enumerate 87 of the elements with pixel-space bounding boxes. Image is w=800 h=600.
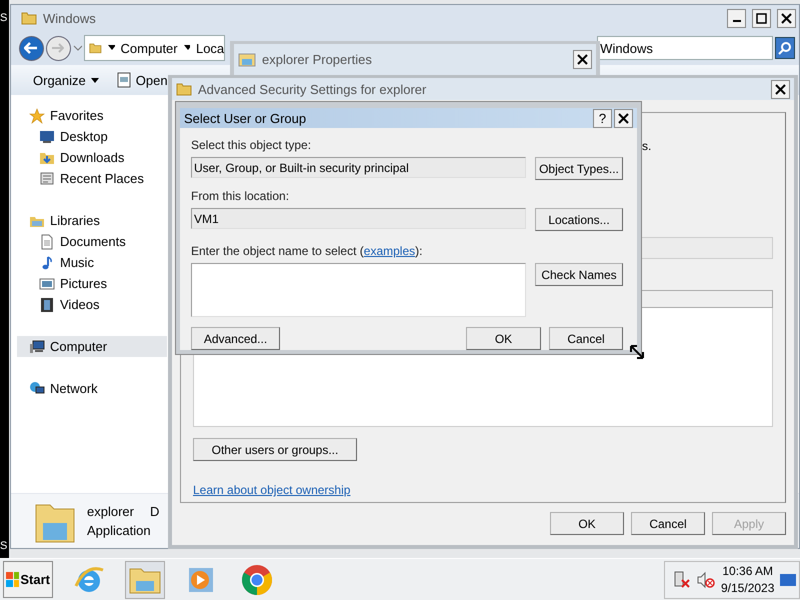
owner-field[interactable] — [640, 237, 773, 259]
close-icon — [577, 54, 588, 65]
sidebar-item[interactable]: Music — [17, 252, 167, 273]
search-icon — [778, 41, 792, 55]
properties-icon — [238, 52, 256, 68]
cancel-button[interactable]: Cancel — [549, 327, 623, 350]
film-icon — [39, 296, 55, 312]
monitor-icon — [39, 128, 55, 144]
network-icon — [29, 380, 45, 396]
caret-icon — [184, 45, 190, 51]
start-button[interactable]: Start — [3, 561, 53, 598]
description-text: s. — [642, 139, 652, 153]
breadcrumb-item[interactable]: Loca — [196, 40, 224, 56]
search-button[interactable] — [775, 37, 795, 59]
star-icon — [29, 108, 45, 124]
pictures-icon — [39, 276, 55, 292]
folder-icon — [176, 81, 192, 97]
file-type: Application — [87, 523, 152, 538]
window-title: Advanced Security Settings for explorer — [198, 82, 428, 96]
chrome-icon — [241, 564, 273, 596]
desktop-icon-label: S — [0, 12, 8, 24]
sidebar-item[interactable]: Favorites — [17, 105, 167, 126]
close-button[interactable] — [614, 108, 633, 128]
sidebar-item[interactable]: Downloads — [17, 147, 167, 168]
minimize-button[interactable] — [727, 8, 746, 28]
field-label: Enter the object name to select (examples): — [191, 244, 424, 259]
address-bar[interactable]: Computer Loca — [84, 35, 226, 61]
locations-button[interactable]: Locations... — [535, 208, 623, 231]
field-label: Select this object type: — [191, 138, 312, 153]
dialog-button[interactable]: OK — [550, 512, 624, 535]
sidebar-item[interactable]: Libraries — [17, 210, 167, 231]
caret-icon — [90, 78, 99, 82]
examples-link[interactable]: examples — [364, 244, 416, 258]
field-label: From this location: — [191, 189, 290, 204]
help-button[interactable]: ? — [593, 108, 612, 128]
dialog-title: Select User or Group — [184, 110, 308, 126]
check-names-button[interactable]: Check Names — [535, 263, 623, 286]
computer-icon — [29, 338, 45, 354]
network-error-icon — [673, 570, 691, 588]
maximize-icon — [756, 12, 767, 24]
toolbar-button[interactable]: Organize — [31, 70, 101, 90]
sidebar-item[interactable]: Network — [17, 378, 167, 399]
dialog-button[interactable]: Cancel — [631, 512, 705, 535]
help-link[interactable]: Learn about object ownership — [193, 483, 350, 497]
object-type-field: User, Group, or Built-in security principal — [191, 157, 526, 178]
clock[interactable]: 10:36 AM 9/15/2023 — [721, 562, 774, 596]
resize-cursor-icon — [630, 345, 644, 359]
close-button[interactable] — [777, 8, 796, 28]
toolbar-button[interactable]: Open — [114, 70, 170, 90]
other-users-button[interactable]: Other users or groups... — [193, 438, 357, 461]
show-desktop-icon — [780, 572, 796, 586]
close-button[interactable] — [771, 80, 790, 98]
recent-places-icon — [39, 170, 55, 186]
advanced-button[interactable]: Advanced... — [191, 327, 280, 350]
close-icon — [618, 112, 629, 124]
windows-logo-icon — [6, 572, 20, 588]
object-name-field[interactable] — [191, 263, 526, 317]
sidebar-item[interactable]: Videos — [17, 294, 167, 315]
desktop-icon-label: S — [0, 540, 8, 552]
close-icon — [781, 12, 792, 24]
back-arrow-icon — [24, 42, 38, 54]
sidebar-item[interactable]: Recent Places — [17, 168, 167, 189]
caret-icon — [108, 45, 115, 51]
muted-speaker-icon — [697, 570, 715, 588]
object-types-button[interactable]: Object Types... — [535, 157, 623, 180]
folder-icon — [21, 10, 37, 26]
sidebar-item[interactable]: Documents — [17, 231, 167, 252]
forward-arrow-icon — [52, 43, 64, 53]
location-field: VM1 — [191, 208, 526, 229]
window-icon — [116, 72, 131, 88]
file-detail: D — [150, 504, 160, 519]
file-name: explorer — [87, 504, 134, 519]
back-button[interactable] — [19, 36, 44, 60]
maximize-button[interactable] — [752, 8, 771, 28]
document-icon — [39, 234, 55, 250]
ok-button[interactable]: OK — [466, 327, 541, 350]
breadcrumb-item[interactable]: Computer — [120, 40, 178, 56]
caret-icon — [72, 44, 82, 52]
close-icon — [775, 84, 786, 94]
sidebar-item[interactable]: Pictures — [17, 273, 167, 294]
search-field[interactable]: Windows — [597, 36, 774, 60]
sidebar-item[interactable]: Desktop — [17, 126, 167, 147]
window-title: Windows — [43, 10, 97, 26]
close-button[interactable] — [573, 50, 592, 69]
sidebar-item[interactable]: Computer — [17, 336, 167, 357]
window-title: explorer Properties — [262, 52, 373, 67]
forward-button[interactable] — [46, 36, 71, 60]
